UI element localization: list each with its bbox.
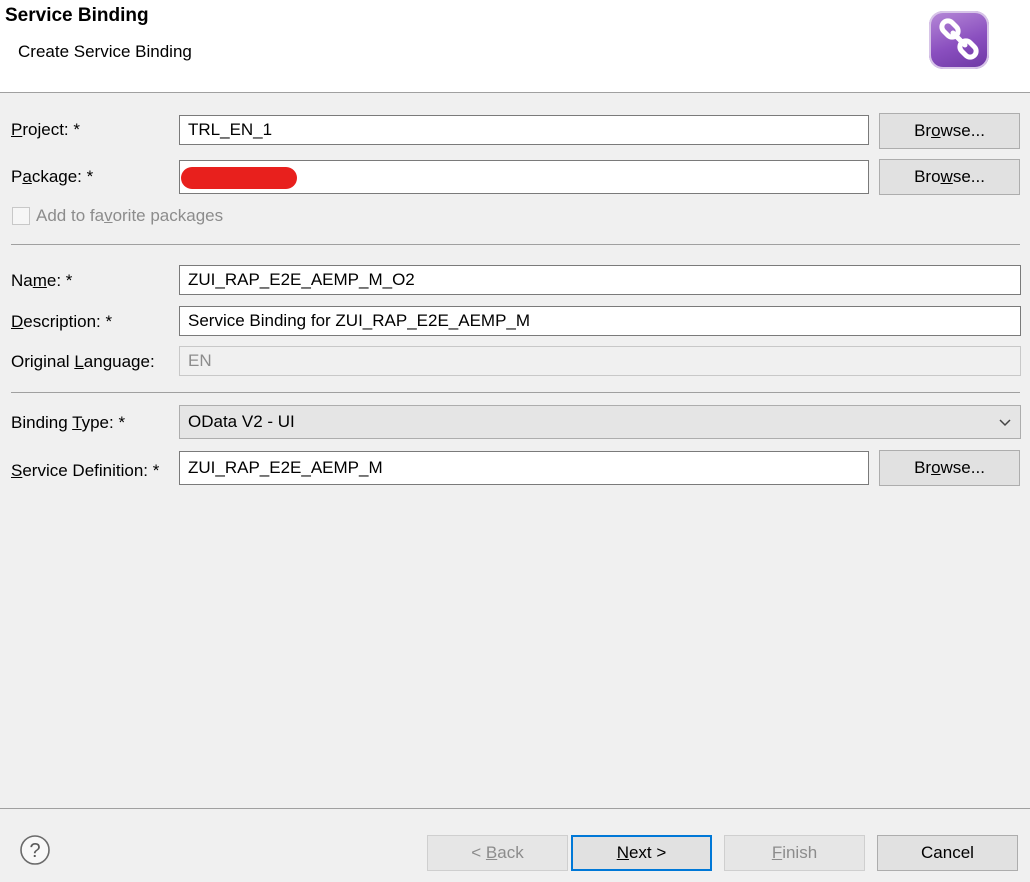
- project-input[interactable]: TRL_EN_1: [179, 115, 869, 145]
- language-label: Original Language:: [11, 352, 155, 371]
- project-label: Project: *: [11, 120, 80, 139]
- separator: [11, 244, 1020, 245]
- language-input: EN: [179, 346, 1021, 376]
- svg-text:?: ?: [29, 840, 40, 862]
- wizard-subtitle: Create Service Binding: [18, 42, 192, 61]
- wizard-title: Service Binding: [5, 5, 149, 26]
- footer-separator: [0, 808, 1030, 809]
- description-input[interactable]: Service Binding for ZUI_RAP_E2E_AEMP_M: [179, 306, 1021, 336]
- service-definition-browse-button[interactable]: Browse...: [879, 450, 1020, 486]
- package-label: Package: *: [11, 167, 94, 186]
- back-button[interactable]: < Back: [427, 835, 568, 871]
- redaction-mark: [181, 167, 297, 189]
- project-browse-button[interactable]: Browse...: [879, 113, 1020, 149]
- chain-link-icon: [929, 11, 989, 69]
- cancel-button[interactable]: Cancel: [877, 835, 1018, 871]
- favorite-label: Add to favorite packages: [36, 206, 224, 225]
- package-browse-button[interactable]: Browse...: [879, 159, 1020, 195]
- finish-button[interactable]: Finish: [724, 835, 865, 871]
- description-label: Description: *: [11, 312, 113, 331]
- separator: [11, 392, 1020, 393]
- next-button[interactable]: Next >: [571, 835, 712, 871]
- binding-type-select[interactable]: OData V2 - UI: [179, 405, 1021, 439]
- chevron-down-icon: [999, 419, 1011, 427]
- name-input[interactable]: ZUI_RAP_E2E_AEMP_M_O2: [179, 265, 1021, 295]
- favorite-checkbox[interactable]: [12, 207, 30, 225]
- wizard-header: Service Binding Create Service Binding: [0, 0, 1030, 93]
- service-definition-input[interactable]: ZUI_RAP_E2E_AEMP_M: [179, 451, 869, 485]
- help-icon[interactable]: ?: [19, 834, 51, 866]
- name-label: Name: *: [11, 271, 73, 290]
- binding-type-value: OData V2 - UI: [188, 412, 295, 431]
- binding-type-label: Binding Type: *: [11, 413, 126, 432]
- service-definition-label: Service Definition: *: [11, 461, 160, 480]
